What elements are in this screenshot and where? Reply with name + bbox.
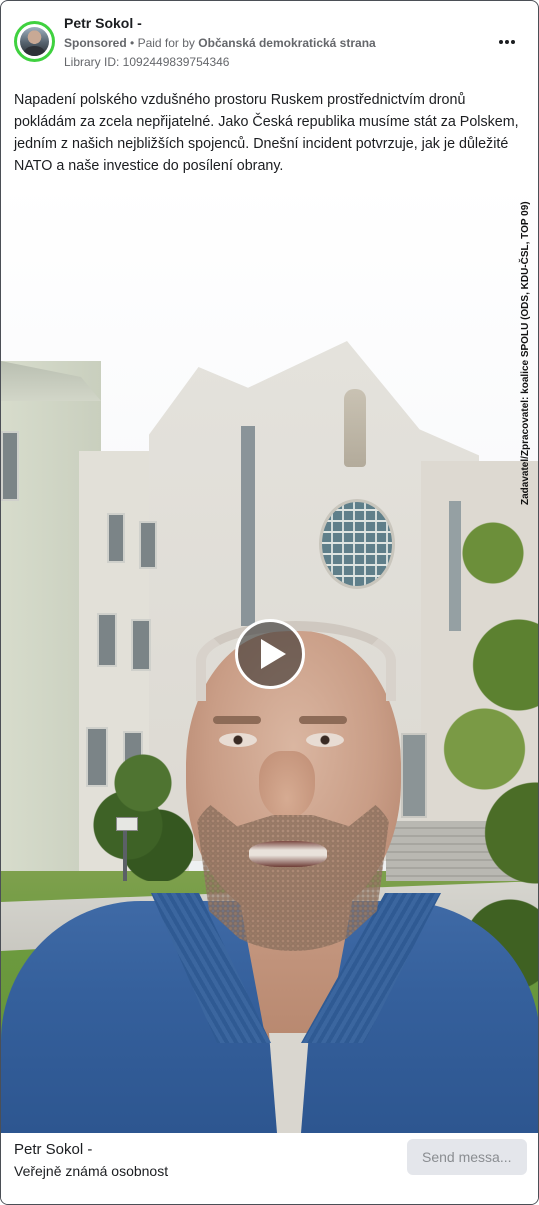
page-name[interactable]: Petr Sokol -	[64, 15, 142, 31]
eyebrow-left	[213, 716, 261, 724]
post-caption: Napadení polského vzdušného prostoru Rus…	[14, 92, 519, 174]
post-header: Petr Sokol - Sponsored • Paid for by Obč…	[1, 1, 538, 81]
window	[139, 521, 157, 569]
statue	[344, 389, 366, 467]
ad-card: Petr Sokol - Sponsored • Paid for by Obč…	[0, 0, 539, 1205]
more-options-icon[interactable]	[493, 31, 521, 53]
footer-page-name[interactable]: Petr Sokol -	[14, 1141, 92, 1158]
play-icon	[260, 639, 286, 669]
more-dot	[499, 40, 503, 44]
play-button[interactable]	[235, 619, 305, 689]
sponsored-line: Sponsored • Paid for by Občanská demokra…	[64, 36, 376, 50]
library-id: Library ID: 1092449839754346	[64, 55, 230, 69]
avatar-image	[20, 27, 49, 56]
more-dot	[511, 40, 515, 44]
sponsored-label: Sponsored	[64, 36, 127, 50]
rose-window	[319, 499, 395, 589]
window	[107, 513, 125, 563]
bush	[93, 741, 193, 881]
profile-avatar[interactable]	[14, 21, 55, 62]
paid-for-by-label: Paid for by	[137, 36, 195, 50]
window	[1, 431, 19, 501]
video-player[interactable]: Zadavatel/Zpracovatel: koalice SPOLU (OD…	[1, 181, 538, 1133]
sign-plate	[116, 817, 138, 831]
ad-footer: Petr Sokol - Veřejně známá osobnost Send…	[1, 1133, 538, 1204]
person-mouth	[249, 841, 327, 867]
eyebrow-right	[299, 716, 347, 724]
window	[97, 613, 117, 667]
eye-left	[219, 733, 257, 747]
separator-dot: •	[130, 36, 135, 50]
window	[131, 619, 151, 671]
send-message-button[interactable]: Send messa...	[407, 1139, 527, 1175]
more-dot	[505, 40, 509, 44]
footer-page-category: Veřejně známá osobnost	[14, 1163, 169, 1179]
person-nose	[259, 751, 315, 819]
tall-window	[241, 426, 255, 626]
video-disclaimer: Zadavatel/Zpracovatel: koalice SPOLU (OD…	[520, 201, 531, 505]
eye-right	[306, 733, 344, 747]
payer-name[interactable]: Občanská demokratická strana	[198, 36, 375, 50]
